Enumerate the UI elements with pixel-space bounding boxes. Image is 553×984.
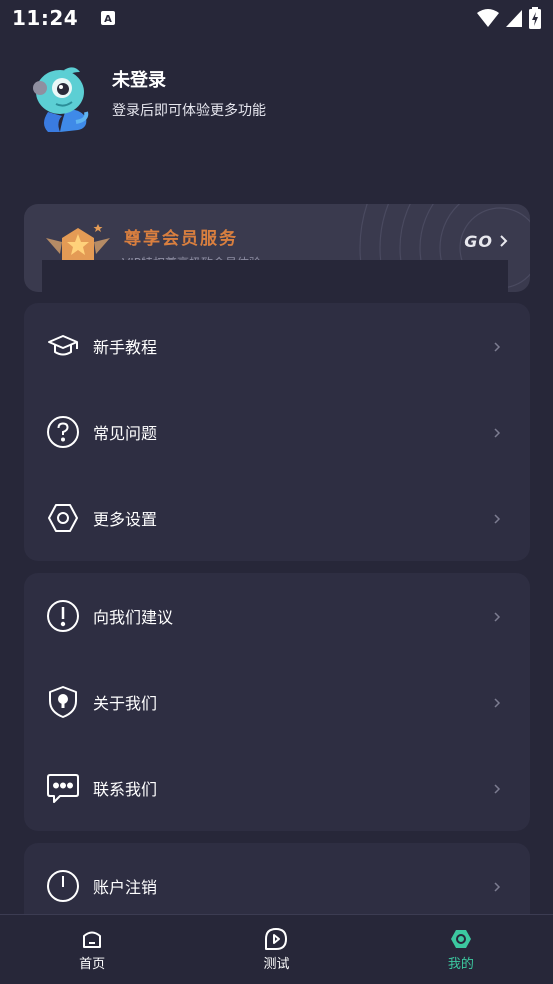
menu-label: 更多设置: [93, 510, 158, 529]
exclamation-circle-icon: [46, 599, 80, 633]
chevron-right-icon: [492, 425, 502, 439]
profile-name[interactable]: 未登录: [112, 68, 266, 94]
profile-header[interactable]: 未登录 登录后即可体验更多功能: [30, 62, 266, 134]
keyboard-a-icon: A: [100, 10, 116, 26]
chevron-right-icon: [492, 609, 502, 623]
menu-label: 联系我们: [93, 780, 158, 799]
nav-item-test[interactable]: 测试: [184, 915, 368, 984]
status-bar: 11:24 A: [0, 0, 553, 36]
chevron-right-icon: [499, 232, 508, 251]
menu-label: 新手教程: [93, 338, 158, 357]
chevron-right-icon: [492, 695, 502, 709]
vip-title: 尊享会员服务: [124, 229, 238, 249]
signal-icon: [505, 8, 523, 32]
profile-hexagon-icon: [449, 927, 473, 951]
nav-item-mine[interactable]: 我的: [369, 915, 553, 984]
nav-label: 测试: [263, 957, 290, 972]
svg-text:A: A: [104, 14, 112, 25]
menu-item-feedback[interactable]: 向我们建议: [24, 573, 530, 659]
wifi-icon: [477, 8, 499, 32]
menu-label: 向我们建议: [93, 608, 174, 627]
vip-banner-overlay: [42, 260, 508, 292]
menu-card-about: 向我们建议 关于我们 联系我们: [24, 573, 530, 831]
profile-subtitle: 登录后即可体验更多功能: [112, 103, 266, 119]
shield-icon: [46, 685, 80, 719]
home-icon: [80, 927, 104, 951]
question-circle-icon: [46, 415, 80, 449]
vip-go-button[interactable]: GO: [464, 232, 508, 251]
vip-go-label: GO: [464, 232, 493, 251]
menu-item-about-us[interactable]: 关于我们: [24, 659, 530, 745]
menu-card-help: 新手教程 常见问题 更多设置: [24, 303, 530, 561]
vip-banner[interactable]: 尊享会员服务 VIP特权尊享极致会员体验 GO: [24, 204, 530, 292]
nav-label: 首页: [79, 957, 106, 972]
menu-label: 关于我们: [93, 694, 158, 713]
chevron-right-icon: [492, 339, 502, 353]
menu-label: 常见问题: [93, 424, 158, 443]
avatar[interactable]: [30, 62, 94, 134]
nav-item-home[interactable]: 首页: [0, 915, 184, 984]
menu-item-more-settings[interactable]: 更多设置: [24, 475, 530, 561]
menu-item-faq[interactable]: 常见问题: [24, 389, 530, 475]
chevron-right-icon: [492, 879, 502, 893]
battery-icon: [529, 7, 541, 33]
test-play-icon: [264, 927, 288, 951]
chevron-right-icon: [492, 511, 502, 525]
status-time: 11:24: [12, 6, 79, 30]
bottom-nav: 首页 测试 我的: [0, 914, 553, 984]
graduation-cap-icon: [46, 329, 80, 363]
hexagon-settings-icon: [46, 501, 80, 535]
power-icon: [46, 869, 80, 903]
chevron-right-icon: [492, 781, 502, 795]
nav-label: 我的: [447, 957, 474, 972]
menu-item-contact-us[interactable]: 联系我们: [24, 745, 530, 831]
menu-label: 账户注销: [93, 878, 158, 897]
menu-item-tutorial[interactable]: 新手教程: [24, 303, 530, 389]
chat-bubble-icon: [46, 771, 80, 805]
